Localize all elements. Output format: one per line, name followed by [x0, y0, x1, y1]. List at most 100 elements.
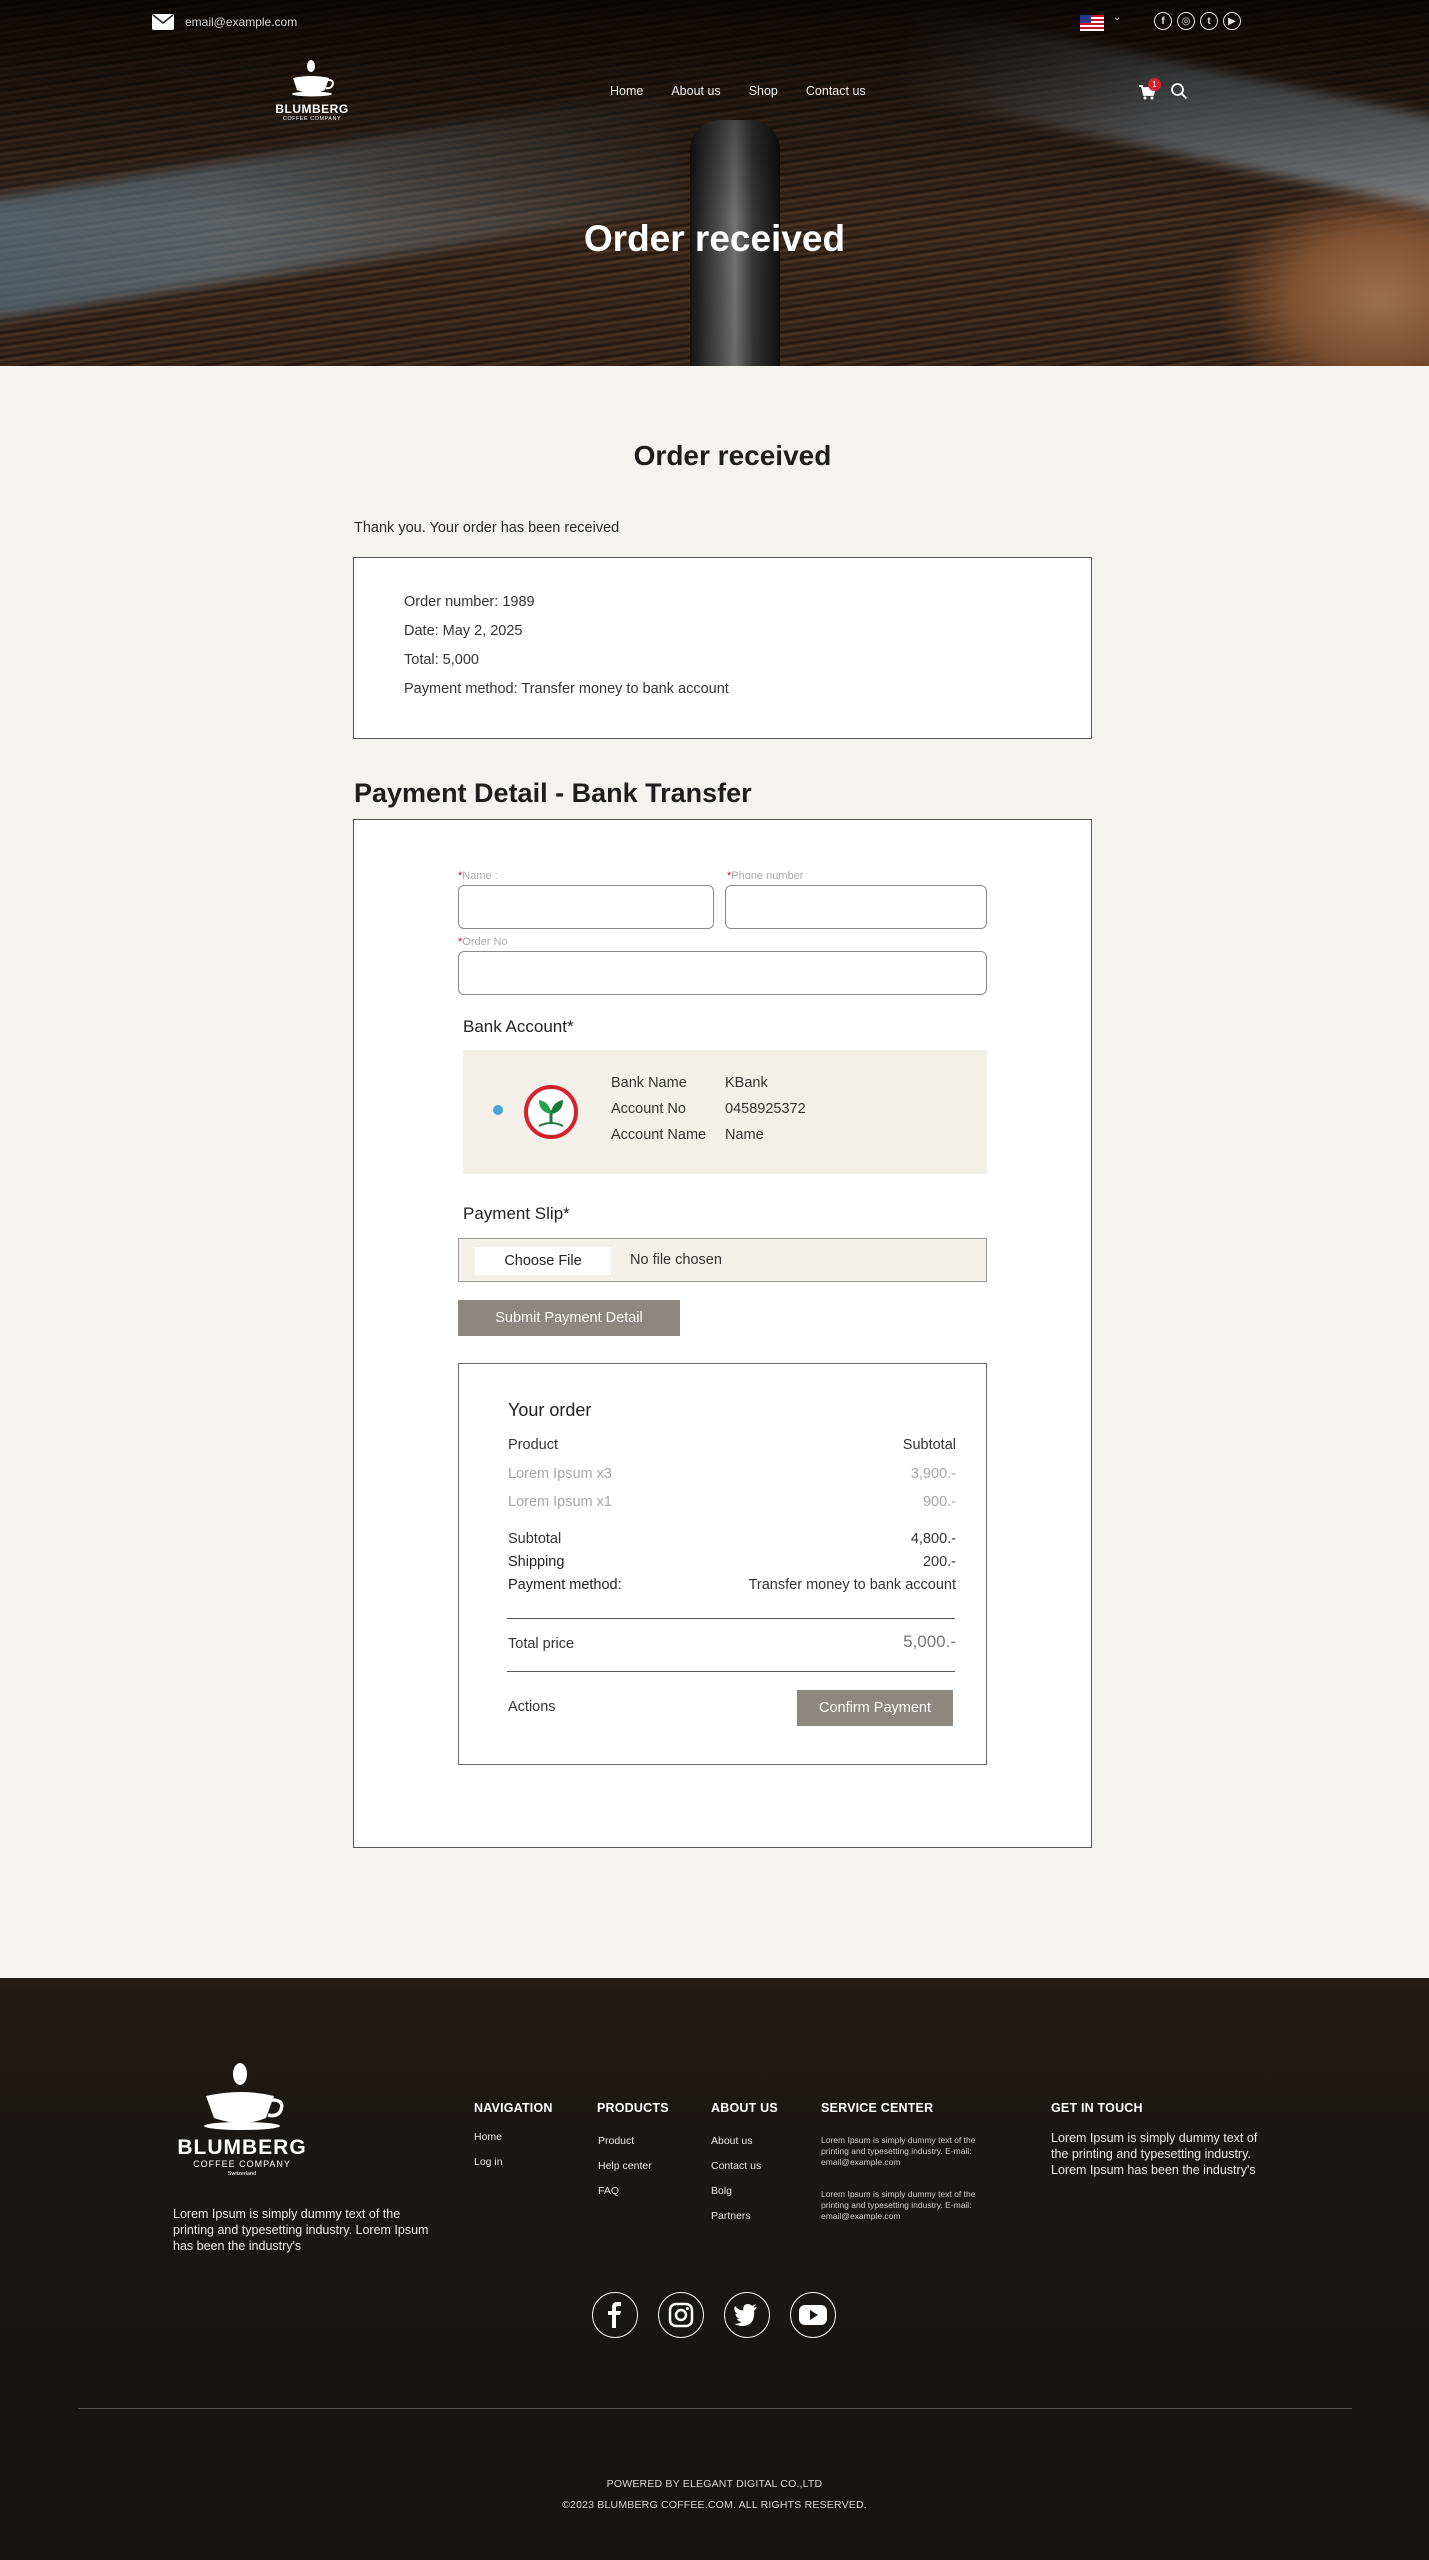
main-nav: Home About us Shop Contact us [610, 84, 894, 98]
order-item-name: Lorem Ipsum x3 [508, 1466, 612, 1482]
shipping-label: Shipping [508, 1554, 565, 1570]
your-order-box: Your order Product Subtotal Lorem Ipsum … [458, 1363, 987, 1765]
order-item-price: 900.- [922, 1494, 956, 1510]
footer-divider [78, 2408, 1352, 2409]
us-flag-icon[interactable] [1080, 15, 1104, 31]
facebook-icon[interactable]: f [1154, 12, 1172, 30]
brand-logo[interactable]: BLUMBERG COFFEE COMPANY [270, 58, 354, 122]
footer-brand-name: BLUMBERG [177, 2136, 307, 2159]
hero-title: Order received [583, 218, 846, 259]
order-no-label: *Order No [458, 936, 508, 948]
account-name-value: Name [725, 1127, 764, 1143]
total-price-label: Total price [508, 1636, 575, 1652]
mail-icon [152, 14, 174, 30]
order-item-price: 3,900.- [910, 1466, 956, 1482]
phone-label: *Phone number [727, 870, 804, 882]
instagram-icon[interactable] [658, 2292, 704, 2338]
account-name-label: Account Name [611, 1127, 707, 1143]
footer-link-home[interactable]: Home [474, 2131, 502, 2143]
powered-by: POWERED BY ELEGANT DIGITAL CO.,LTD [606, 2478, 823, 2490]
footer-link-faq[interactable]: FAQ [598, 2185, 619, 2197]
footer-service-text: Lorem Ipsum is simply dummy text of the … [821, 2189, 976, 2221]
bank-name-value: KBank [725, 1075, 768, 1091]
twitter-icon[interactable]: t [1200, 12, 1218, 30]
choose-file-button[interactable]: Choose File [475, 1247, 611, 1275]
payment-slip-file-input[interactable]: Choose File No file chosen [458, 1238, 987, 1282]
order-no-input[interactable] [458, 951, 987, 995]
phone-input[interactable] [725, 885, 987, 929]
instagram-icon[interactable]: ◎ [1177, 12, 1195, 30]
nav-home[interactable]: Home [610, 84, 643, 98]
order-payment-method: Payment method: Transfer money to bank a… [404, 681, 729, 697]
site-footer: BLUMBERG COFFEE COMPANY Switzerland Lore… [0, 1978, 1429, 2560]
actions-label: Actions [508, 1699, 556, 1715]
brand-subtitle: COFFEE COMPANY [282, 116, 342, 122]
footer-link-partners[interactable]: Partners [711, 2210, 751, 2222]
coffee-cup-icon [204, 2063, 284, 2130]
footer-logo[interactable]: BLUMBERG COFFEE COMPANY Switzerland [172, 2060, 312, 2177]
header-product: Product [508, 1437, 558, 1453]
footer-brand-subtitle: COFFEE COMPANY [193, 2159, 291, 2169]
submit-payment-button[interactable]: Submit Payment Detail [458, 1300, 680, 1336]
order-item-name: Lorem Ipsum x1 [508, 1494, 612, 1510]
payment-slip-heading: Payment Slip* [463, 1204, 570, 1223]
bank-account-heading: Bank Account* [463, 1017, 574, 1036]
coffee-cup-icon [292, 60, 334, 97]
footer-service-heading: SERVICE CENTER [821, 2101, 934, 2115]
footer-service-text: Lorem Ipsum is simply dummy text of the … [821, 2135, 976, 2167]
footer-products-heading: PRODUCTS [597, 2101, 669, 2115]
order-summary-box: Order number: 1989 Date: May 2, 2025 Tot… [353, 557, 1092, 739]
footer-link-login[interactable]: Log in [474, 2156, 503, 2168]
nav-contact-us[interactable]: Contact us [806, 84, 866, 98]
name-label: *Name : [458, 870, 498, 882]
footer-brand-origin: Switzerland [227, 2171, 257, 2177]
footer-link-contact[interactable]: Contact us [711, 2160, 761, 2172]
hero-banner: email@example.com ⌄ f ◎ t ▶ BLUMBERG COF… [0, 0, 1429, 366]
twitter-icon[interactable] [724, 2292, 770, 2338]
kbank-logo-icon [524, 1085, 578, 1139]
footer-git-text: Lorem Ipsum is simply dummy text of the … [1051, 2131, 1258, 2177]
bank-name-label: Bank Name [611, 1075, 687, 1091]
top-social-links: f ◎ t ▶ [1154, 12, 1241, 30]
payment-method-value: Transfer money to bank account [748, 1577, 956, 1593]
order-total: Total: 5,000 [404, 652, 479, 668]
divider [507, 1618, 955, 1619]
youtube-icon[interactable] [790, 2292, 836, 2338]
account-no-label: Account No [611, 1101, 686, 1117]
hero-overlay [0, 0, 1429, 366]
page-title: Order received [633, 440, 832, 471]
footer-nav-heading: NAVIGATION [474, 2101, 553, 2115]
order-number: Order number: 1989 [404, 594, 535, 610]
subtotal-value: 4,800.- [910, 1531, 956, 1547]
nav-shop[interactable]: Shop [749, 84, 778, 98]
total-price-value: 5,000.- [903, 1632, 956, 1651]
facebook-icon[interactable] [592, 2292, 638, 2338]
shipping-value: 200.- [922, 1554, 956, 1570]
chevron-down-icon[interactable]: ⌄ [1113, 12, 1121, 23]
payment-method-label: Payment method: [508, 1577, 622, 1593]
bank-radio[interactable] [493, 1105, 503, 1115]
youtube-icon[interactable]: ▶ [1223, 12, 1241, 30]
account-no-value: 0458925372 [725, 1101, 806, 1117]
footer-about-heading: ABOUT US [711, 2101, 778, 2115]
bank-account-option[interactable]: Bank Name KBank Account No 0458925372 Ac… [463, 1050, 987, 1174]
name-input[interactable] [458, 885, 714, 929]
footer-link-help-center[interactable]: Help center [598, 2160, 652, 2172]
nav-about-us[interactable]: About us [671, 84, 720, 98]
file-status: No file chosen [630, 1252, 722, 1268]
top-email[interactable]: email@example.com [185, 15, 297, 29]
search-icon[interactable] [1170, 82, 1188, 100]
thank-you-message: Thank you. Your order has been received [354, 520, 620, 536]
cart-count-badge: 1 [1148, 78, 1161, 91]
brand-name: BLUMBERG [275, 102, 349, 116]
footer-git-heading: GET IN TOUCH [1051, 2101, 1143, 2115]
order-date: Date: May 2, 2025 [404, 623, 523, 639]
header-subtotal: Subtotal [902, 1437, 956, 1453]
subtotal-label: Subtotal [508, 1531, 562, 1547]
confirm-payment-button[interactable]: Confirm Payment [797, 1690, 953, 1726]
top-bar: email@example.com ⌄ f ◎ t ▶ [0, 0, 1429, 46]
payment-detail-title: Payment Detail - Bank Transfer [354, 778, 752, 808]
footer-link-product[interactable]: Product [598, 2135, 634, 2147]
footer-link-about[interactable]: About us [711, 2135, 752, 2147]
footer-link-blog[interactable]: Bolg [711, 2185, 732, 2197]
